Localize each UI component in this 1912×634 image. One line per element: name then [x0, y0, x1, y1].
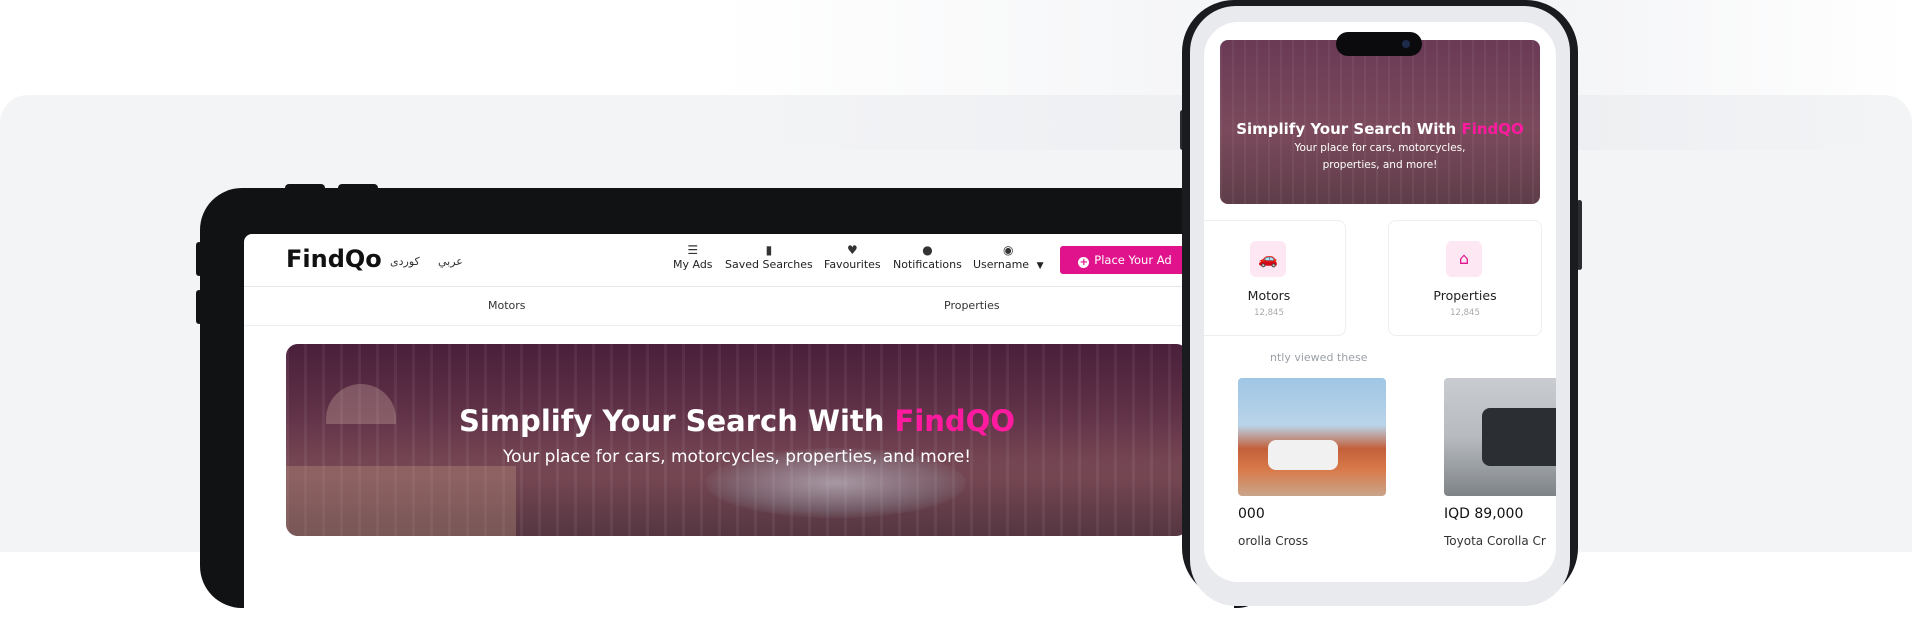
car-icon: 🚗	[1250, 241, 1286, 277]
listing-name[interactable]: orolla Cross	[1238, 534, 1308, 548]
listing-image[interactable]	[1238, 378, 1386, 496]
car-image-detail	[1268, 440, 1338, 470]
lang-kurdish-link[interactable]: کوردی	[390, 255, 420, 268]
hero-subtitle: Your place for cars, motorcycles, proper…	[502, 447, 972, 467]
heart-icon: ♥	[846, 243, 858, 257]
card-label: Properties	[1433, 288, 1497, 303]
hero-brand: FindQO	[894, 404, 1015, 438]
car-image-detail	[1482, 408, 1556, 466]
place-ad-button[interactable]: + Place Your Ad	[1060, 246, 1190, 274]
camera-icon	[1402, 40, 1410, 48]
hero-image-detail	[286, 466, 516, 536]
category-properties[interactable]: Properties	[944, 299, 1000, 312]
tablet-device: FindQo کوردی عربي ☰ My Ads ▮ Saved Searc…	[200, 188, 1278, 634]
list-icon: ☰	[687, 243, 699, 257]
nav-notifications[interactable]: ● Notifications	[893, 242, 962, 271]
bell-icon: ●	[922, 243, 933, 257]
home-icon: ⌂	[1446, 241, 1482, 277]
hero-title: Simplify Your Search With FindQO	[459, 404, 1015, 438]
nav-saved-searches[interactable]: ▮ Saved Searches	[725, 242, 813, 271]
lang-arabic-link[interactable]: عربي	[438, 255, 463, 268]
plus-icon: +	[1078, 257, 1090, 268]
phone-notch	[1336, 32, 1422, 56]
nav-label: Username	[973, 258, 1030, 271]
tablet-screen: FindQo کوردی عربي ☰ My Ads ▮ Saved Searc…	[244, 234, 1234, 634]
card-count: 12,845	[1254, 308, 1284, 318]
nav-label: Favourites	[824, 258, 881, 271]
top-navbar: FindQo کوردی عربي ☰ My Ads ▮ Saved Searc…	[244, 234, 1234, 287]
listing-name[interactable]: Toyota Corolla Cr	[1444, 534, 1546, 548]
category-card-motors[interactable]: 🚗 Motors 12,845	[1204, 220, 1346, 336]
phone-hero-title: Simplify Your Search With FindQO	[1236, 120, 1524, 138]
phone-hero-banner: Simplify Your Search With FindQO Your pl…	[1220, 40, 1540, 204]
hero-banner: Simplify Your Search With FindQO Your pl…	[286, 344, 1188, 536]
listing-price: 000	[1238, 506, 1265, 522]
bookmark-icon: ▮	[765, 243, 773, 257]
nav-user-menu[interactable]: ◉ Username ▼	[973, 242, 1044, 271]
logo[interactable]: FindQo	[286, 245, 382, 273]
nav-label: My Ads	[673, 258, 713, 271]
category-motors[interactable]: Motors	[488, 299, 526, 312]
hero-brand: FindQO	[1461, 120, 1524, 138]
nav-label: Notifications	[893, 258, 962, 271]
listing-price: IQD 89,000	[1444, 506, 1524, 522]
nav-label: Saved Searches	[725, 258, 813, 271]
card-label: Motors	[1247, 288, 1291, 303]
nav-favourites[interactable]: ♥ Favourites	[824, 242, 881, 271]
place-ad-label: Place Your Ad	[1094, 253, 1172, 267]
chevron-down-icon: ▼	[1036, 261, 1044, 271]
phone-hero-subtitle: Your place for cars, motorcycles, proper…	[1294, 142, 1466, 171]
listing-image[interactable]	[1444, 378, 1556, 496]
user-icon: ◉	[1003, 243, 1014, 257]
category-card-properties[interactable]: ⌂ Properties 12,845	[1388, 220, 1542, 336]
recently-viewed-heading: ntly viewed these	[1270, 351, 1368, 364]
card-count: 12,845	[1450, 308, 1480, 318]
phone-screen: Simplify Your Search With FindQO Your pl…	[1204, 22, 1556, 582]
category-bar: Motors Properties	[244, 287, 1234, 326]
nav-my-ads[interactable]: ☰ My Ads	[673, 242, 713, 271]
